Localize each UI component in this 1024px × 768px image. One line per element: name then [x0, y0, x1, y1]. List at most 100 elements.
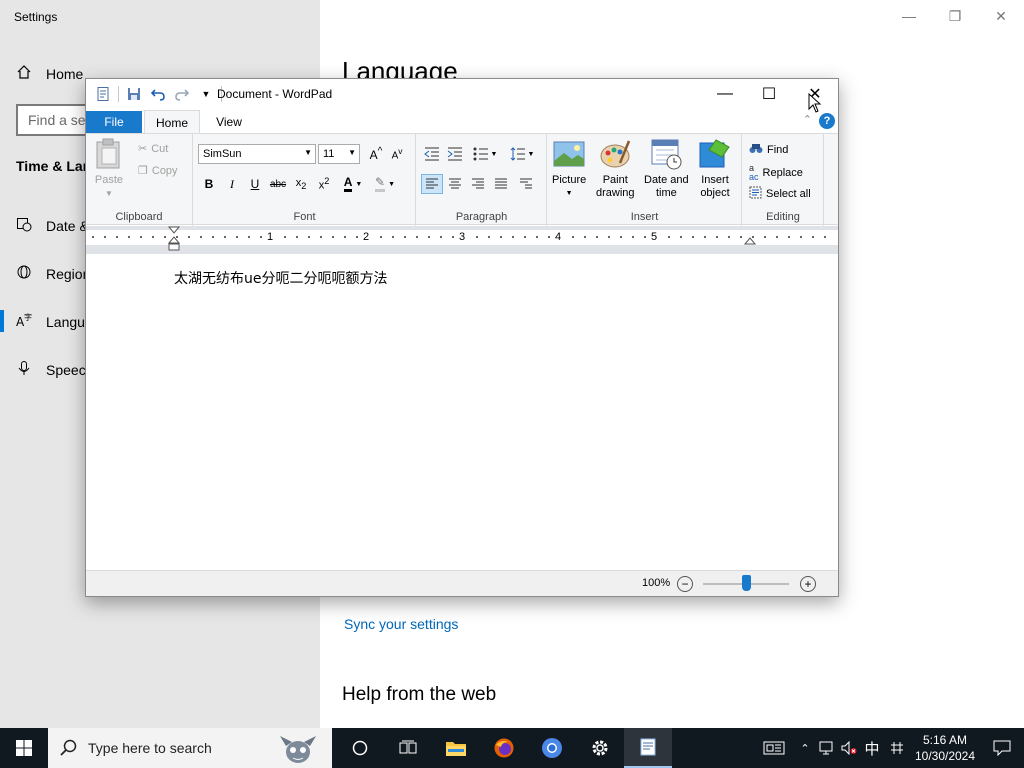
paste-button[interactable]: Paste ▼ — [94, 138, 124, 200]
copy-button[interactable]: ❐ Copy — [138, 164, 178, 178]
windows-logo-icon — [16, 740, 32, 756]
grow-font-button[interactable]: A^ — [365, 144, 387, 164]
taskbar-search-box[interactable]: Type here to search — [48, 728, 332, 768]
wordpad-taskbar-button[interactable] — [624, 728, 672, 768]
paint-drawing-button[interactable]: Paint drawing — [596, 137, 635, 200]
cut-button[interactable]: ✂ Cut — [138, 142, 168, 156]
font-family-select[interactable]: SimSun ▼ — [198, 144, 316, 164]
wordpad-window: ▼ Document - WordPad — ☐ ✕ File Home Vie… — [85, 78, 839, 597]
left-indent-marker[interactable] — [168, 226, 180, 252]
decrease-indent-icon — [424, 147, 439, 161]
tab-home[interactable]: Home — [144, 110, 200, 134]
start-button[interactable] — [0, 728, 48, 768]
collapse-ribbon-icon[interactable]: ⌃ — [803, 113, 812, 126]
customize-qat-icon[interactable]: ▼ — [197, 85, 215, 103]
wordpad-titlebar: ▼ Document - WordPad — ☐ ✕ — [86, 79, 838, 109]
line-spacing-button[interactable]: ▼ — [507, 144, 537, 164]
zoom-slider-thumb[interactable] — [741, 575, 751, 591]
highlight-color-button[interactable]: ✎ ▼ — [370, 174, 400, 194]
date-time-label-2: time — [655, 187, 677, 199]
document-area[interactable]: 太湖无纺布ue分呃二分呃呃额方法 — [86, 254, 838, 570]
align-center-button[interactable] — [444, 174, 466, 194]
font-family-value: SimSun — [203, 148, 242, 160]
show-hidden-icons-chevron-icon[interactable]: ⌃ — [794, 742, 816, 755]
font-size-select[interactable]: 11 ▼ — [318, 144, 360, 164]
settings-minimize-button[interactable]: — — [886, 4, 932, 28]
save-icon[interactable] — [125, 85, 143, 103]
increase-indent-button[interactable] — [444, 144, 466, 164]
ruler-tick — [632, 236, 634, 238]
right-indent-marker[interactable] — [744, 236, 756, 246]
sync-settings-link[interactable]: Sync your settings — [344, 616, 458, 632]
bullets-button[interactable]: ▼ — [470, 144, 500, 164]
file-explorer-button[interactable] — [432, 728, 480, 768]
redo-icon[interactable] — [173, 85, 191, 103]
settings-taskbar-button[interactable] — [576, 728, 624, 768]
zoom-level[interactable]: 100% — [642, 577, 670, 589]
ruler-tick — [764, 236, 766, 238]
news-button[interactable] — [754, 728, 794, 768]
wordpad-maximize-button[interactable]: ☐ — [746, 79, 792, 109]
picture-icon — [553, 141, 585, 167]
wordpad-app-icon[interactable] — [94, 85, 112, 103]
font-color-button[interactable]: A ▼ — [339, 174, 367, 194]
undo-icon[interactable] — [149, 85, 167, 103]
system-tray: ⌃ 中 5:16 AM 10/30/2024 — [754, 728, 1024, 768]
help-icon[interactable]: ? — [819, 113, 835, 129]
volume-muted-icon[interactable] — [838, 741, 860, 755]
align-right-button[interactable] — [467, 174, 489, 194]
superscript-button[interactable]: x2 — [313, 174, 335, 194]
cortana-button[interactable] — [336, 728, 384, 768]
chevron-down-icon: ▼ — [348, 148, 356, 157]
paragraph-settings-button[interactable] — [515, 174, 537, 194]
document-text[interactable]: 太湖无纺布ue分呃二分呃呃额方法 — [174, 268, 388, 288]
replace-button[interactable]: a ac Replace — [749, 164, 803, 182]
decrease-indent-button[interactable] — [421, 144, 443, 164]
qat-separator — [118, 86, 119, 102]
chrome-button[interactable] — [528, 728, 576, 768]
wordpad-minimize-button[interactable]: — — [702, 79, 748, 109]
taskbar: Type here to search ⌃ 中 5:16 AM 10/30/20… — [0, 728, 1024, 768]
ruler-tick — [356, 236, 358, 238]
date-time-button[interactable]: Date and time — [644, 137, 689, 200]
nav-item-speech[interactable]: Speech — [16, 360, 93, 379]
settings-home-link[interactable]: Home — [16, 64, 83, 83]
notifications-button[interactable] — [980, 728, 1024, 768]
highlighter-icon: ✎ — [375, 176, 386, 192]
search-highlight-icon — [280, 736, 316, 763]
italic-button[interactable]: I — [221, 174, 243, 194]
bold-icon: B — [204, 177, 214, 191]
justify-button[interactable] — [490, 174, 512, 194]
firefox-button[interactable] — [480, 728, 528, 768]
clock[interactable]: 5:16 AM 10/30/2024 — [910, 732, 980, 764]
settings-close-button[interactable]: ✕ — [978, 4, 1024, 28]
bold-button[interactable]: B — [198, 174, 220, 194]
strikethrough-button[interactable]: abc — [267, 174, 289, 194]
find-button[interactable]: Find — [749, 142, 788, 157]
tab-file[interactable]: File — [86, 111, 142, 133]
ruler-tick — [332, 236, 334, 238]
network-icon[interactable] — [816, 741, 838, 755]
ruler-tick — [284, 236, 286, 238]
select-all-button[interactable]: Select all — [749, 186, 811, 202]
picture-button[interactable]: Picture ▼ — [552, 137, 586, 200]
select-all-icon — [749, 186, 762, 202]
input-mode-icon[interactable] — [884, 741, 910, 755]
shrink-font-button[interactable]: Av — [386, 144, 408, 164]
tab-view[interactable]: View — [204, 111, 254, 133]
underline-button[interactable]: U — [244, 174, 266, 194]
align-left-button[interactable] — [421, 174, 443, 194]
zoom-out-button[interactable]: − — [677, 576, 693, 592]
task-view-button[interactable] — [384, 728, 432, 768]
insert-object-button[interactable]: Insert object — [698, 137, 732, 200]
ruler-tick — [644, 236, 646, 238]
settings-restore-button[interactable]: ❐ — [932, 4, 978, 28]
ruler-tick — [308, 236, 310, 238]
ime-indicator[interactable]: 中 — [860, 738, 884, 759]
zoom-in-button[interactable]: + — [800, 576, 816, 592]
ruler-tick — [572, 236, 574, 238]
nav-item-region[interactable]: Region — [16, 264, 90, 283]
subscript-button[interactable]: x2 — [290, 174, 312, 194]
gear-icon — [592, 740, 608, 756]
ruler[interactable]: 1 2 3 4 5 — [86, 226, 838, 254]
